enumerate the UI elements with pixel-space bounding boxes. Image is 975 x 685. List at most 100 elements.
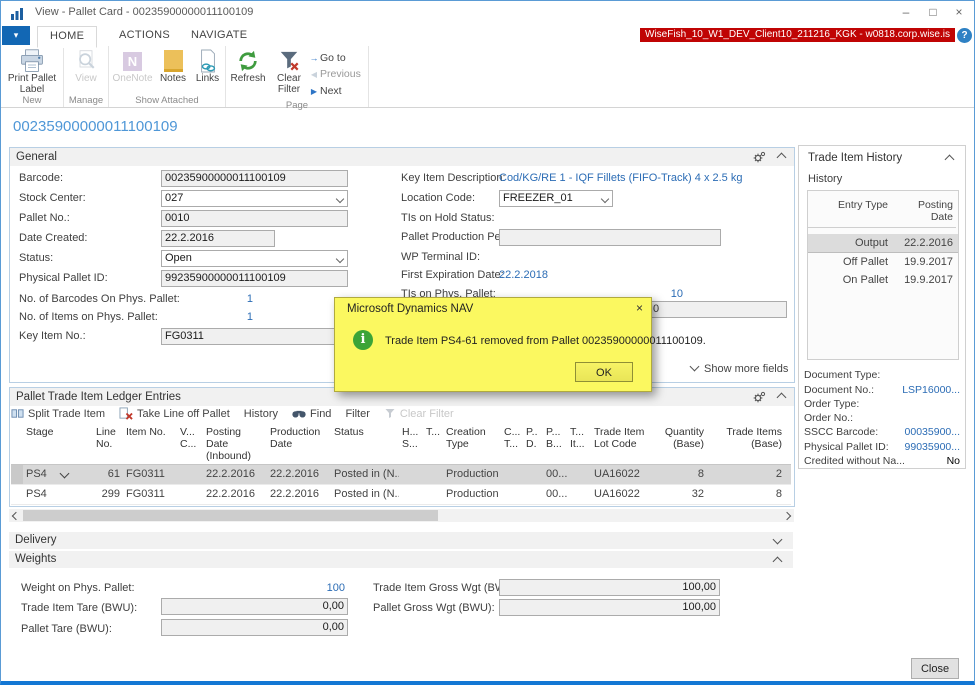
refresh-button[interactable]: Refresh	[226, 49, 270, 85]
cell: Off Pallet	[808, 253, 891, 271]
col-hs[interactable]: H... S...	[399, 425, 423, 464]
show-more-fields[interactable]: Show more fields	[691, 363, 788, 375]
col-creation-type[interactable]: Creation Type	[443, 425, 501, 464]
ok-button[interactable]: OK	[575, 362, 633, 382]
status-select[interactable]: Open	[161, 250, 348, 267]
scroll-right-arrow[interactable]	[781, 509, 794, 522]
links-button[interactable]: Links	[192, 49, 224, 85]
maximize-button[interactable]: □	[919, 1, 947, 23]
pallet-production-period-field[interactable]	[499, 229, 721, 246]
sscc-barcode-value[interactable]: 00035900...	[905, 426, 960, 438]
row-selector[interactable]	[11, 485, 23, 504]
tab-navigate[interactable]: NAVIGATE	[179, 26, 259, 45]
find-button[interactable]: Find	[292, 408, 331, 420]
col-posting-date[interactable]: Posting Date	[891, 191, 956, 228]
col-trade-items[interactable]: Trade Items (Base)	[707, 425, 785, 464]
document-no-value[interactable]: LSP16000...	[902, 384, 960, 396]
chevron-down-icon	[336, 195, 344, 203]
horizontal-scrollbar[interactable]	[9, 509, 794, 522]
help-icon[interactable]: ?	[957, 28, 972, 43]
history-row-2[interactable]: Off Pallet 19.9.2017	[808, 253, 958, 271]
barcode-field[interactable]: 00235900000011100109	[161, 170, 348, 187]
col-vc[interactable]: V... C...	[177, 425, 203, 464]
col-pd[interactable]: P.. D.	[523, 425, 543, 464]
col-posting-date[interactable]: Posting Date (Inbound)	[203, 425, 267, 464]
filter-button[interactable]: Filter	[345, 408, 369, 420]
ledger-row-2[interactable]: PS4 299 FG0311 22.2.2016 22.2.2016 Poste…	[11, 485, 791, 505]
pallet-no-field[interactable]: 0010	[161, 210, 348, 227]
delivery-expand-icon[interactable]	[773, 535, 783, 545]
delivery-section-header[interactable]: Delivery	[9, 532, 793, 549]
split-trade-item-button[interactable]: Split Trade Item	[11, 407, 105, 420]
page-nav-stack: →Go to ◀Previous ▶Next	[308, 49, 361, 100]
col-item-no[interactable]: Item No.	[123, 425, 177, 464]
physical-pallet-id-label: Physical Pallet ID:	[804, 441, 889, 453]
credited-without-label: Credited without Na...	[804, 455, 905, 467]
history-row-3[interactable]: On Pallet 19.9.2017	[808, 271, 958, 289]
view-text: View	[75, 74, 97, 85]
cell: 00...	[543, 485, 567, 504]
weights-collapse-icon[interactable]	[773, 557, 783, 567]
scrollbar-thumb[interactable]	[23, 510, 438, 521]
pallet-gross-wgt-field[interactable]: 100,00	[499, 599, 720, 616]
weight-on-phys-pallet-value[interactable]: 100	[253, 582, 345, 594]
tab-home[interactable]: HOME	[37, 26, 97, 48]
gear-icon[interactable]	[752, 391, 766, 406]
minimize-button[interactable]: –	[892, 1, 920, 23]
trade-item-tare-field[interactable]: 0,00	[161, 598, 348, 615]
dialog-close-icon[interactable]: ×	[636, 301, 643, 315]
cell: 22.2.2016	[203, 465, 267, 484]
col-ct[interactable]: C... T...	[501, 425, 523, 464]
close-window-button[interactable]: ×	[945, 1, 973, 23]
ledger-row-1[interactable]: PS4 61 FG0311 22.2.2016 22.2.2016 Posted…	[11, 465, 791, 485]
col-t[interactable]: T...	[423, 425, 443, 464]
clear-filter-button[interactable]: Clear Filter	[270, 49, 308, 95]
history-row-1[interactable]: Output 22.2.2016	[808, 234, 958, 253]
weights-section-header[interactable]: Weights	[9, 551, 793, 568]
col-lot-code[interactable]: Trade Item Lot Code	[591, 425, 657, 464]
col-tit[interactable]: T... It...	[567, 425, 591, 464]
stock-center-select[interactable]: 027	[161, 190, 348, 207]
tab-actions[interactable]: ACTIONS	[107, 26, 182, 45]
clear-filter-text: Clear Filter	[270, 74, 308, 95]
trade-item-gross-wgt-field[interactable]: 100,00	[499, 579, 720, 596]
col-quantity[interactable]: Quantity (Base)	[657, 425, 707, 464]
chevron-down-icon[interactable]	[59, 469, 69, 479]
col-entry-type[interactable]: Entry Type	[808, 191, 891, 228]
col-pb[interactable]: P... B...	[543, 425, 567, 464]
app-menu-button[interactable]: ▾	[2, 26, 30, 45]
col-status[interactable]: Status	[331, 425, 399, 464]
no-barcodes-value[interactable]: 1	[161, 293, 253, 305]
pallet-tare-field[interactable]: 0,00	[161, 619, 348, 636]
no-items-value[interactable]: 1	[161, 311, 253, 323]
notes-button[interactable]: Notes	[156, 49, 190, 85]
cell	[501, 485, 523, 504]
cell: UA16022	[591, 465, 657, 484]
cell: 2	[707, 465, 785, 484]
col-production-date[interactable]: Production Date	[267, 425, 331, 464]
key-item-description-link[interactable]: Cod/KG/RE 1 - IQF Fillets (FIFO-Track) 4…	[499, 172, 742, 184]
first-expiration-date-value[interactable]: 22.2.2018	[499, 269, 548, 281]
key-item-no-field[interactable]: FG0311	[161, 328, 348, 345]
history-button[interactable]: History	[244, 408, 278, 420]
physical-pallet-id-value[interactable]: 99035900...	[905, 441, 960, 453]
scroll-left-arrow[interactable]	[9, 509, 22, 522]
print-pallet-label-button[interactable]: Print Pallet Label	[1, 49, 63, 95]
panel-collapse-icon[interactable]	[945, 155, 955, 165]
general-section-header[interactable]: General	[10, 148, 794, 166]
col-stage[interactable]: Stage	[23, 425, 93, 464]
stock-center-label: Stock Center:	[19, 192, 86, 204]
gear-icon[interactable]	[752, 151, 766, 166]
close-button[interactable]: Close	[911, 658, 959, 679]
row-selector[interactable]	[11, 465, 23, 484]
sscc-barcode-label: SSCC Barcode:	[804, 426, 878, 438]
location-code-label: Location Code:	[401, 192, 475, 204]
info-icon: i	[353, 330, 373, 350]
next-button[interactable]: ▶Next	[308, 83, 361, 100]
physical-pallet-id-field[interactable]: 99235900000011100109	[161, 270, 348, 287]
goto-button[interactable]: →Go to	[308, 50, 361, 66]
location-code-select[interactable]: FREEZER_01	[499, 190, 613, 207]
col-line-no[interactable]: Line No.	[93, 425, 123, 464]
take-line-off-pallet-button[interactable]: Take Line off Pallet	[119, 407, 230, 420]
date-created-field[interactable]: 22.2.2016	[161, 230, 275, 247]
